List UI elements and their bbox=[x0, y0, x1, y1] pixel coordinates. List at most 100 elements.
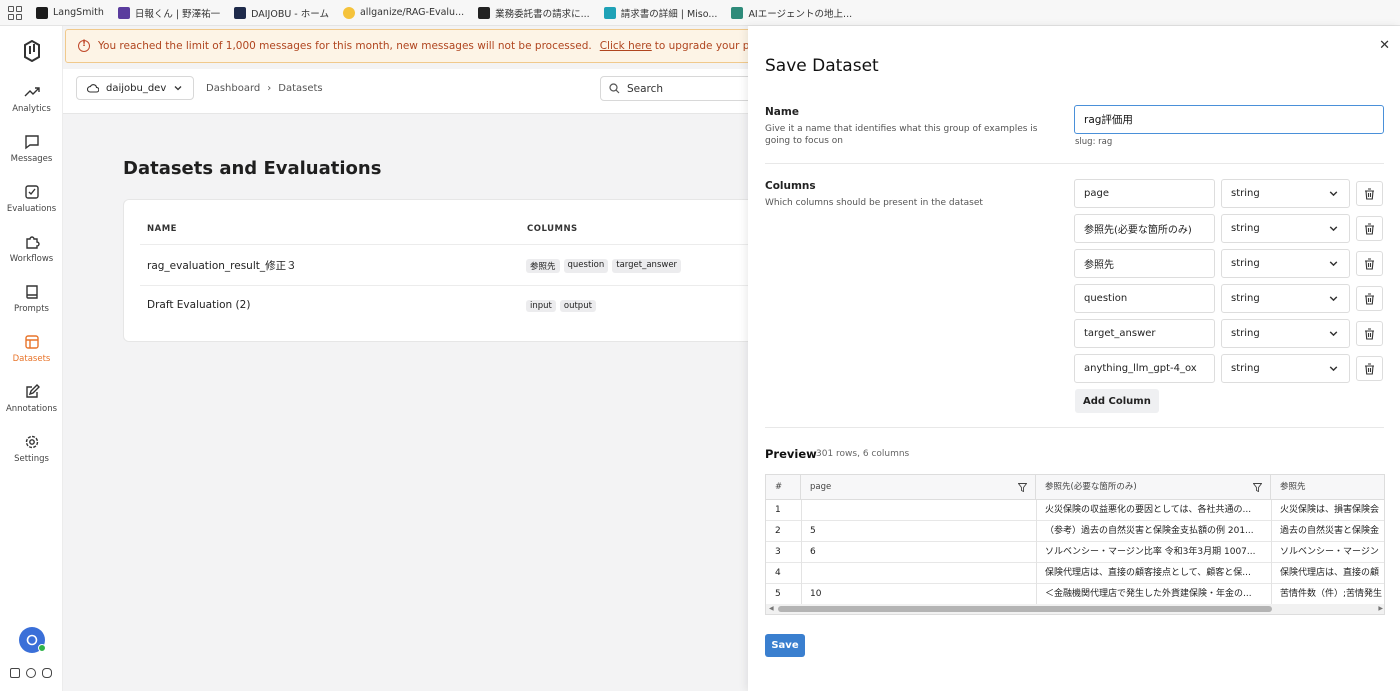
breadcrumb-dashboard[interactable]: Dashboard bbox=[206, 83, 260, 94]
bookmark-item[interactable]: 請求書の詳細 | Miso... bbox=[603, 6, 717, 20]
bookmark-item[interactable]: 日報くん | 野澤祐一 bbox=[117, 6, 220, 20]
column-type-value: string bbox=[1231, 363, 1260, 374]
save-button[interactable]: Save bbox=[765, 634, 805, 657]
column-type-select[interactable]: string bbox=[1221, 214, 1350, 243]
nav-label: Workflows bbox=[9, 254, 54, 264]
grid-header-page[interactable]: page bbox=[801, 475, 1036, 500]
add-column-button[interactable]: Add Column bbox=[1075, 389, 1159, 413]
delete-column-button[interactable] bbox=[1356, 181, 1383, 206]
scroll-left-arrow-icon[interactable]: ◀ bbox=[769, 605, 774, 612]
footer-links bbox=[10, 668, 52, 678]
grid-header-reference[interactable]: 参照先 bbox=[1271, 475, 1384, 500]
close-icon[interactable]: ✕ bbox=[1379, 38, 1390, 53]
horizontal-scrollbar[interactable]: ◀ ▶ bbox=[766, 604, 1384, 614]
column-name-input[interactable]: 参照先 bbox=[1074, 249, 1215, 278]
table-row[interactable]: Draft Evaluation (2) input output bbox=[140, 285, 762, 326]
column-name-input[interactable]: target_answer bbox=[1074, 319, 1215, 348]
dataset-name[interactable]: Draft Evaluation (2) bbox=[147, 299, 250, 311]
breadcrumb-datasets[interactable]: Datasets bbox=[278, 83, 322, 94]
chevron-down-icon bbox=[1329, 331, 1338, 337]
online-status-dot bbox=[38, 644, 46, 652]
delete-column-button[interactable] bbox=[1356, 286, 1383, 311]
grid-header-label: 参照先 bbox=[1280, 482, 1306, 492]
puzzle-icon bbox=[25, 236, 40, 249]
favicon-icon bbox=[117, 6, 130, 19]
bookmark-item[interactable]: 業務委託書の請求に... bbox=[478, 6, 590, 20]
delete-column-button[interactable] bbox=[1356, 251, 1383, 276]
column-type-value: string bbox=[1231, 258, 1260, 269]
favicon-icon bbox=[731, 6, 744, 19]
column-name-input[interactable]: page bbox=[1074, 179, 1215, 208]
bookmark-label: LangSmith bbox=[53, 7, 104, 18]
filter-icon[interactable] bbox=[1253, 483, 1262, 492]
github-icon[interactable] bbox=[26, 668, 36, 678]
column-name-input[interactable]: question bbox=[1074, 284, 1215, 313]
scroll-right-arrow-icon[interactable]: ▶ bbox=[1378, 605, 1383, 612]
nav-label: Evaluations bbox=[6, 204, 57, 214]
nav-workflows[interactable]: Workflows bbox=[0, 234, 63, 264]
column-header-columns: COLUMNS bbox=[527, 224, 578, 234]
column-type-select[interactable]: string bbox=[1221, 249, 1350, 278]
discord-icon[interactable] bbox=[42, 668, 52, 678]
bookmark-item[interactable]: AIエージェントの地上... bbox=[731, 6, 852, 20]
dataset-name-input[interactable]: rag評価用 bbox=[1074, 105, 1384, 134]
favicon-icon bbox=[36, 6, 48, 19]
save-dataset-drawer: ✕ Save Dataset Name Give it a name that … bbox=[748, 26, 1400, 691]
bookmark-item[interactable]: DAIJOBU - ホーム bbox=[234, 6, 329, 20]
search-icon bbox=[609, 83, 620, 94]
table-row: 4 保険代理店は、直接の顧客接点として、顧客と保... 保険代理店は、直接の顧 bbox=[766, 563, 1384, 584]
scrollbar-thumb[interactable] bbox=[778, 606, 1272, 612]
datasets-table: NAME COLUMNS rag_evaluation_result_修正３ 参… bbox=[123, 199, 763, 342]
grid-header-reference-partial[interactable]: 参照先(必要な箇所のみ) bbox=[1036, 475, 1271, 500]
grid-cell: ソルベンシー・マージン比率 令和3年3月期 1007... bbox=[1045, 547, 1256, 557]
nav-annotations[interactable]: Annotations bbox=[0, 384, 63, 414]
grid-cell: 5 bbox=[810, 526, 816, 536]
column-type-select[interactable]: string bbox=[1221, 179, 1350, 208]
grid-cell: 火災保険の収益悪化の要因としては、各社共通の... bbox=[1045, 505, 1252, 515]
left-navigation: Analytics Messages Evaluations Workflows… bbox=[0, 26, 63, 691]
delete-column-button[interactable] bbox=[1356, 321, 1383, 346]
nav-settings[interactable]: Settings bbox=[0, 434, 63, 464]
delete-column-button[interactable] bbox=[1356, 216, 1383, 241]
grid-cell: 6 bbox=[810, 547, 816, 557]
column-name-input[interactable]: anything_llm_gpt-4_ox bbox=[1074, 354, 1215, 383]
app-logo-icon[interactable] bbox=[22, 40, 42, 62]
column-name-input[interactable]: 参照先(必要な箇所のみ) bbox=[1074, 214, 1215, 243]
filter-icon[interactable] bbox=[1018, 483, 1027, 492]
nav-datasets[interactable]: Datasets bbox=[0, 334, 63, 364]
nav-messages[interactable]: Messages bbox=[0, 134, 63, 164]
grid-header-label: page bbox=[810, 482, 832, 492]
bookmark-item[interactable]: LangSmith bbox=[36, 6, 104, 19]
column-type-select[interactable]: string bbox=[1221, 284, 1350, 313]
chat-icon bbox=[26, 634, 38, 646]
nav-evaluations[interactable]: Evaluations bbox=[0, 184, 63, 214]
nav-prompts[interactable]: Prompts bbox=[0, 284, 63, 314]
bookmarks-bar: LangSmith 日報くん | 野澤祐一 DAIJOBU - ホーム allg… bbox=[0, 0, 1400, 26]
grid-cell: ＜金融機関代理店で発生した外貨建保険・年金の... bbox=[1045, 589, 1252, 599]
favicon-icon bbox=[234, 6, 247, 19]
docs-icon[interactable] bbox=[10, 668, 20, 678]
bookmark-label: DAIJOBU - ホーム bbox=[251, 8, 329, 20]
column-type-select[interactable]: string bbox=[1221, 354, 1350, 383]
project-selector[interactable]: daijobu_dev bbox=[76, 76, 195, 100]
delete-column-button[interactable] bbox=[1356, 356, 1383, 381]
column-type-select[interactable]: string bbox=[1221, 319, 1350, 348]
grid-cell: 10 bbox=[810, 589, 822, 599]
divider bbox=[765, 163, 1384, 164]
drawer-title: Save Dataset bbox=[765, 56, 879, 76]
chat-support-button[interactable] bbox=[19, 627, 46, 653]
column-row: page string bbox=[1074, 179, 1384, 208]
nav-label: Messages bbox=[10, 154, 53, 164]
breadcrumb-separator: › bbox=[267, 83, 272, 94]
table-row[interactable]: rag_evaluation_result_修正３ 参照先 question t… bbox=[140, 244, 762, 285]
edit-icon bbox=[25, 384, 40, 398]
upgrade-link[interactable]: Click here bbox=[600, 40, 652, 52]
search-input[interactable]: Search bbox=[600, 76, 760, 101]
trash-icon bbox=[1365, 362, 1374, 375]
dataset-name[interactable]: rag_evaluation_result_修正３ bbox=[147, 258, 297, 273]
apps-grid-icon[interactable] bbox=[8, 5, 22, 20]
chevron-down-icon bbox=[174, 86, 182, 91]
bookmark-item[interactable]: allganize/RAG-Evalu... bbox=[342, 6, 464, 19]
nav-analytics[interactable]: Analytics bbox=[0, 84, 63, 114]
columns-label: Columns bbox=[765, 180, 816, 192]
